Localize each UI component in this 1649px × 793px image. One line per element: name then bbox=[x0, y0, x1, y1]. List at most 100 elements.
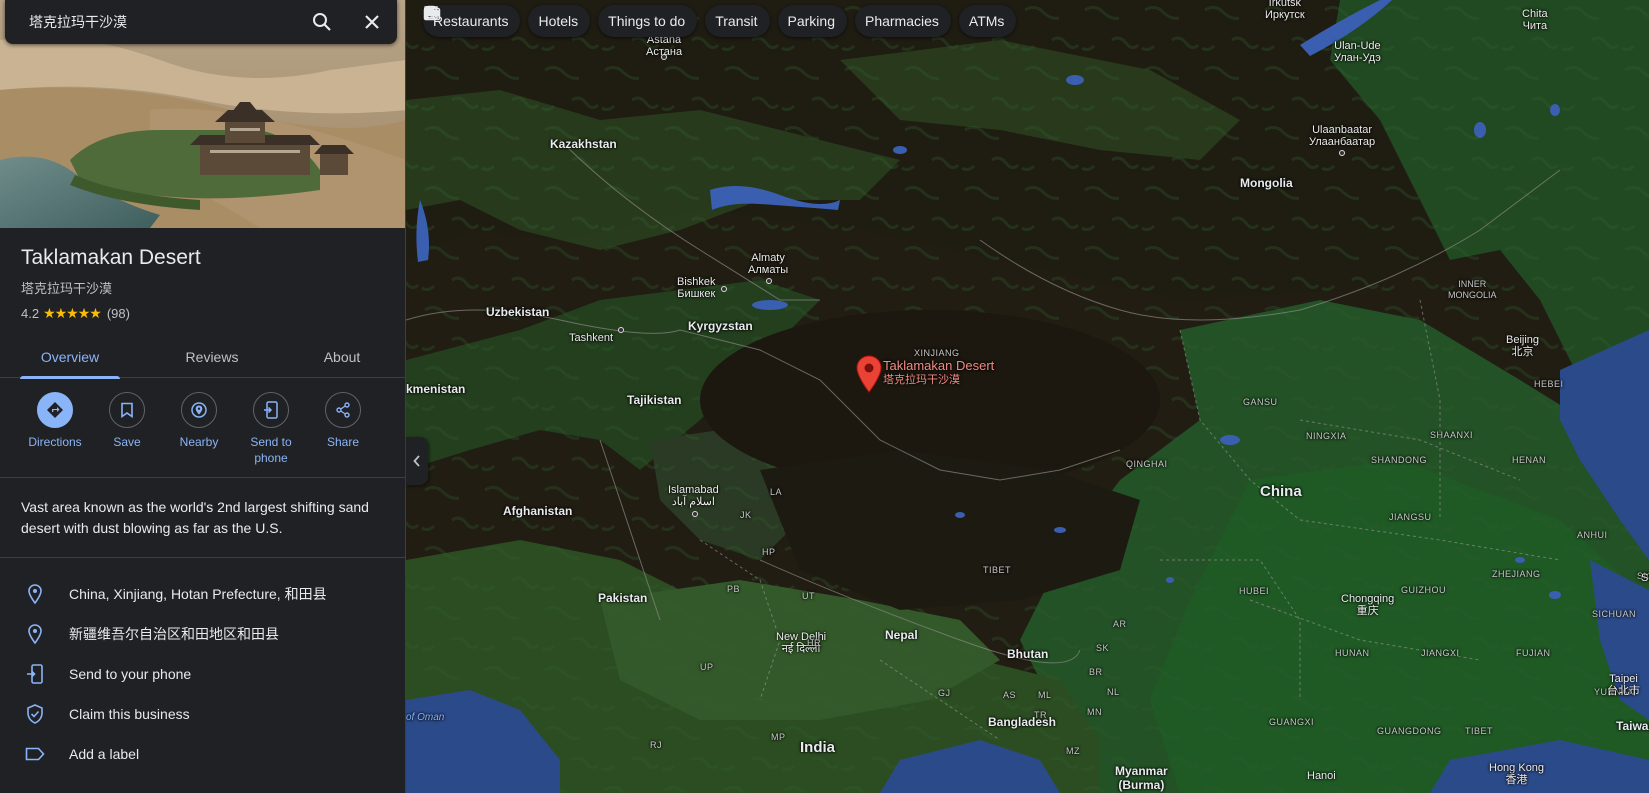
map-region-label-guangdong: TIBET bbox=[1465, 726, 1494, 736]
map-region-label: ANHUI bbox=[1577, 530, 1608, 540]
add-label-text: Add a label bbox=[69, 746, 140, 762]
place-tabs: Overview Reviews About bbox=[0, 336, 405, 379]
map-country-label-india: India bbox=[800, 739, 836, 756]
tab-overview[interactable]: Overview bbox=[20, 336, 120, 379]
map-region-label: FUJIAN bbox=[1516, 648, 1551, 658]
chip-hotels[interactable]: Hotels bbox=[424, 5, 591, 37]
chip-pharmacies[interactable]: Pharmacies bbox=[424, 5, 951, 37]
action-label: Share bbox=[326, 435, 360, 449]
map-country-label: Uzbekistan bbox=[486, 305, 550, 319]
map-country-label-china: China bbox=[1260, 483, 1302, 500]
action-buttons: Directions Save Nearby Send to phone Sha… bbox=[0, 392, 405, 478]
map-city-dot bbox=[661, 54, 667, 60]
map-city-irkutsk[interactable]: Irkutsk Иркутск bbox=[1265, 0, 1305, 21]
map-region-label: GUANGDONG bbox=[1377, 726, 1442, 736]
map-region-label: SHANDONG bbox=[1371, 455, 1428, 465]
map-region-label: QINGHAI bbox=[1126, 459, 1168, 469]
phone-icon bbox=[26, 664, 43, 684]
map-country-label: Nepal bbox=[885, 628, 918, 642]
map-region-label: TIBET bbox=[983, 565, 1012, 575]
place-title: Taklamakan Desert bbox=[21, 246, 201, 269]
map-region-label: HP bbox=[762, 547, 776, 557]
share-button[interactable]: Share bbox=[306, 392, 380, 450]
city-name: Chita bbox=[1522, 8, 1548, 20]
map-region-label: SK bbox=[1096, 643, 1110, 653]
map-city-bishkek[interactable]: Bishkek Бишкек bbox=[677, 276, 716, 300]
map-region-label-zhejiang: SICHUAN bbox=[1592, 609, 1637, 619]
map-city-dot bbox=[1339, 150, 1345, 156]
review-count[interactable]: (98) bbox=[107, 306, 130, 321]
city-name: Ulan-Ude bbox=[1334, 40, 1381, 52]
send-to-your-phone-row[interactable]: Send to your phone bbox=[0, 654, 405, 694]
chip-transit[interactable]: Transit bbox=[425, 5, 770, 37]
map-city-hongkong[interactable]: Hong Kong 香港 bbox=[1489, 762, 1544, 786]
city-name: Bishkek bbox=[677, 276, 716, 288]
save-button[interactable]: Save bbox=[90, 392, 164, 450]
map-city-chongqing[interactable]: Chongqing 重庆 bbox=[1341, 593, 1394, 617]
map-sea-label: of Oman bbox=[406, 712, 445, 723]
map-region-label: MZ bbox=[1066, 746, 1080, 756]
region-name-2: MONGOLIA bbox=[1448, 290, 1497, 300]
city-name: Islamabad bbox=[668, 484, 719, 496]
map-city-ulaanbaatar[interactable]: Ulaanbaatar Улаанбаатар bbox=[1309, 124, 1375, 148]
city-name-local: Чита bbox=[1522, 20, 1548, 32]
city-name-local: اسلام آباد bbox=[671, 496, 715, 508]
city-name-local: Улан-Удэ bbox=[1334, 52, 1381, 64]
atm-icon: ATM bbox=[424, 11, 438, 18]
map-city-tashkent[interactable]: Tashkent bbox=[569, 332, 613, 344]
map-country-label: Tajikistan bbox=[627, 393, 682, 407]
map-city-shanghai[interactable]: Shanghai上海 bbox=[1641, 572, 1649, 596]
claim-business-row[interactable]: Claim this business bbox=[0, 694, 405, 734]
map-city-beijing[interactable]: Beijing 北京 bbox=[1506, 334, 1539, 358]
map-region-label: GUIZHOU bbox=[1401, 585, 1446, 595]
place-pin-icon[interactable] bbox=[856, 355, 882, 393]
close-search-button[interactable] bbox=[347, 0, 397, 44]
place-subtitle: 塔克拉玛干沙漠 bbox=[21, 281, 113, 296]
map-region-label: JIANGSU bbox=[1389, 512, 1432, 522]
map-region-label: MN bbox=[1087, 707, 1102, 717]
map-country-label-myanmar: Myanmar (Burma) bbox=[1115, 764, 1168, 792]
city-name-local: 台北市 bbox=[1607, 685, 1640, 697]
map-city-islamabad[interactable]: Islamabad اسلام آباد bbox=[668, 484, 719, 508]
local-address-row[interactable]: 新疆维吾尔自治区和田地区和田县 bbox=[0, 614, 405, 654]
map-city-dot bbox=[692, 511, 698, 517]
map-country-label: Bhutan bbox=[1007, 647, 1049, 661]
send-to-phone-button[interactable]: Send to phone bbox=[234, 392, 308, 466]
search-button[interactable] bbox=[297, 0, 347, 44]
directions-button[interactable]: Directions bbox=[18, 392, 92, 450]
address-text: China, Xinjiang, Hotan Prefecture, 和田县 bbox=[69, 586, 327, 602]
chip-label: Pharmacies bbox=[864, 13, 939, 29]
map-city-ulanude[interactable]: Ulan-Ude Улан-Удэ bbox=[1334, 40, 1381, 64]
search-box bbox=[5, 0, 397, 44]
location-pin-icon bbox=[27, 584, 42, 604]
nearby-button[interactable]: Nearby bbox=[162, 392, 236, 450]
map-city-chita[interactable]: Chita Чита bbox=[1522, 8, 1548, 32]
map-city-almaty[interactable]: Almaty Алматы bbox=[748, 252, 788, 276]
map-city-taipei[interactable]: Taipei 台北市 bbox=[1607, 673, 1640, 697]
directions-icon bbox=[47, 402, 63, 418]
action-label: Nearby bbox=[179, 435, 219, 449]
address-row[interactable]: China, Xinjiang, Hotan Prefecture, 和田县 bbox=[0, 574, 405, 614]
collapse-panel-button[interactable] bbox=[406, 437, 428, 485]
map-city-dot bbox=[766, 278, 772, 284]
chip-things-to-do[interactable]: Things to do bbox=[423, 5, 698, 37]
map-region-label: HUNAN bbox=[1335, 648, 1370, 658]
tab-about[interactable]: About bbox=[292, 336, 392, 378]
directions-circle bbox=[37, 392, 73, 428]
chip-atms[interactable]: ATM ATMs bbox=[424, 5, 1017, 37]
country-name-alt: (Burma) bbox=[1118, 778, 1165, 792]
nearby-icon bbox=[191, 402, 207, 418]
chip-label: ATMs bbox=[968, 13, 1005, 29]
place-pin-label[interactable]: Taklamakan Desert 塔克拉玛干沙漠 bbox=[883, 358, 994, 388]
tab-reviews[interactable]: Reviews bbox=[162, 336, 262, 378]
city-name: Chongqing bbox=[1341, 593, 1395, 605]
map-region-label: UP bbox=[700, 662, 714, 672]
map-city-hanoi[interactable]: Hanoi bbox=[1307, 770, 1336, 782]
chip-label: Things to do bbox=[608, 13, 686, 29]
add-label-row[interactable]: Add a label bbox=[0, 734, 405, 774]
chip-parking[interactable]: Parking bbox=[425, 5, 847, 37]
chip-label: Restaurants bbox=[433, 13, 509, 29]
svg-text:ATM: ATM bbox=[424, 11, 438, 18]
city-name: Ulaanbaatar bbox=[1312, 124, 1373, 136]
search-input[interactable] bbox=[5, 0, 297, 44]
